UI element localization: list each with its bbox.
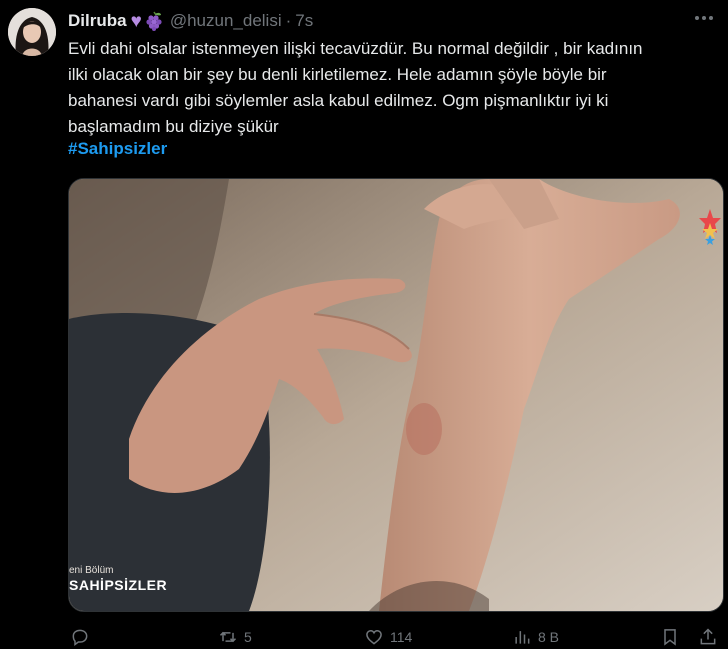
retweet-button[interactable]: 5 <box>218 626 252 648</box>
tweet-text-line: başlamadım bu diziye şükür <box>68 117 279 136</box>
avatar[interactable] <box>8 8 56 56</box>
media-image <box>69 179 723 611</box>
reply-icon <box>72 629 88 646</box>
views-count: 8 B <box>538 629 560 645</box>
tweet-text: Evli dahi olsalar istenmeyen ilişki teca… <box>68 36 718 140</box>
purple-heart-icon: ♥ <box>130 10 142 32</box>
views-icon <box>515 631 530 644</box>
tweet-header: Dilruba ♥ @huzun_delisi · 7s <box>68 10 313 32</box>
avatar-image <box>8 8 56 56</box>
tweet-actions: 5 114 8 B <box>68 626 718 648</box>
retweet-icon <box>219 631 237 643</box>
views-button[interactable]: 8 B <box>512 626 559 648</box>
tweet-text-line: Evli dahi olsalar istenmeyen ilişki teca… <box>68 39 643 58</box>
author-handle[interactable]: @huzun_delisi <box>170 11 282 31</box>
hashtag-link[interactable]: #Sahipsizler <box>68 139 167 159</box>
channel-logo-icon <box>699 205 721 249</box>
tweet-text-line: bahanesi vardı gibi söylemler asla kabul… <box>68 91 609 110</box>
timestamp[interactable]: 7s <box>295 11 313 31</box>
share-button[interactable] <box>698 626 718 648</box>
grapes-icon <box>144 11 164 31</box>
bookmark-icon <box>664 629 676 646</box>
author-name[interactable]: Dilruba <box>68 11 127 31</box>
separator-dot: · <box>285 11 292 30</box>
media-overlay-title: SAHİPSİZLER <box>69 577 168 593</box>
media-overlay-episode: eni Bölüm <box>69 565 114 576</box>
like-button[interactable]: 114 <box>364 626 412 648</box>
tweet-media[interactable]: eni Bölüm SAHİPSİZLER <box>68 178 724 612</box>
share-icon <box>700 628 716 645</box>
tweet[interactable]: Dilruba ♥ @huzun_delisi · 7s Evli dahi o… <box>0 0 728 649</box>
bookmark-button[interactable] <box>660 626 680 648</box>
like-count: 114 <box>390 629 413 645</box>
tweet-text-line: ilki olacak olan bir şey bu denli kirlet… <box>68 65 607 84</box>
more-icon[interactable] <box>690 8 718 28</box>
reply-button[interactable] <box>70 626 96 648</box>
retweet-count: 5 <box>244 629 252 645</box>
like-icon <box>366 629 382 645</box>
